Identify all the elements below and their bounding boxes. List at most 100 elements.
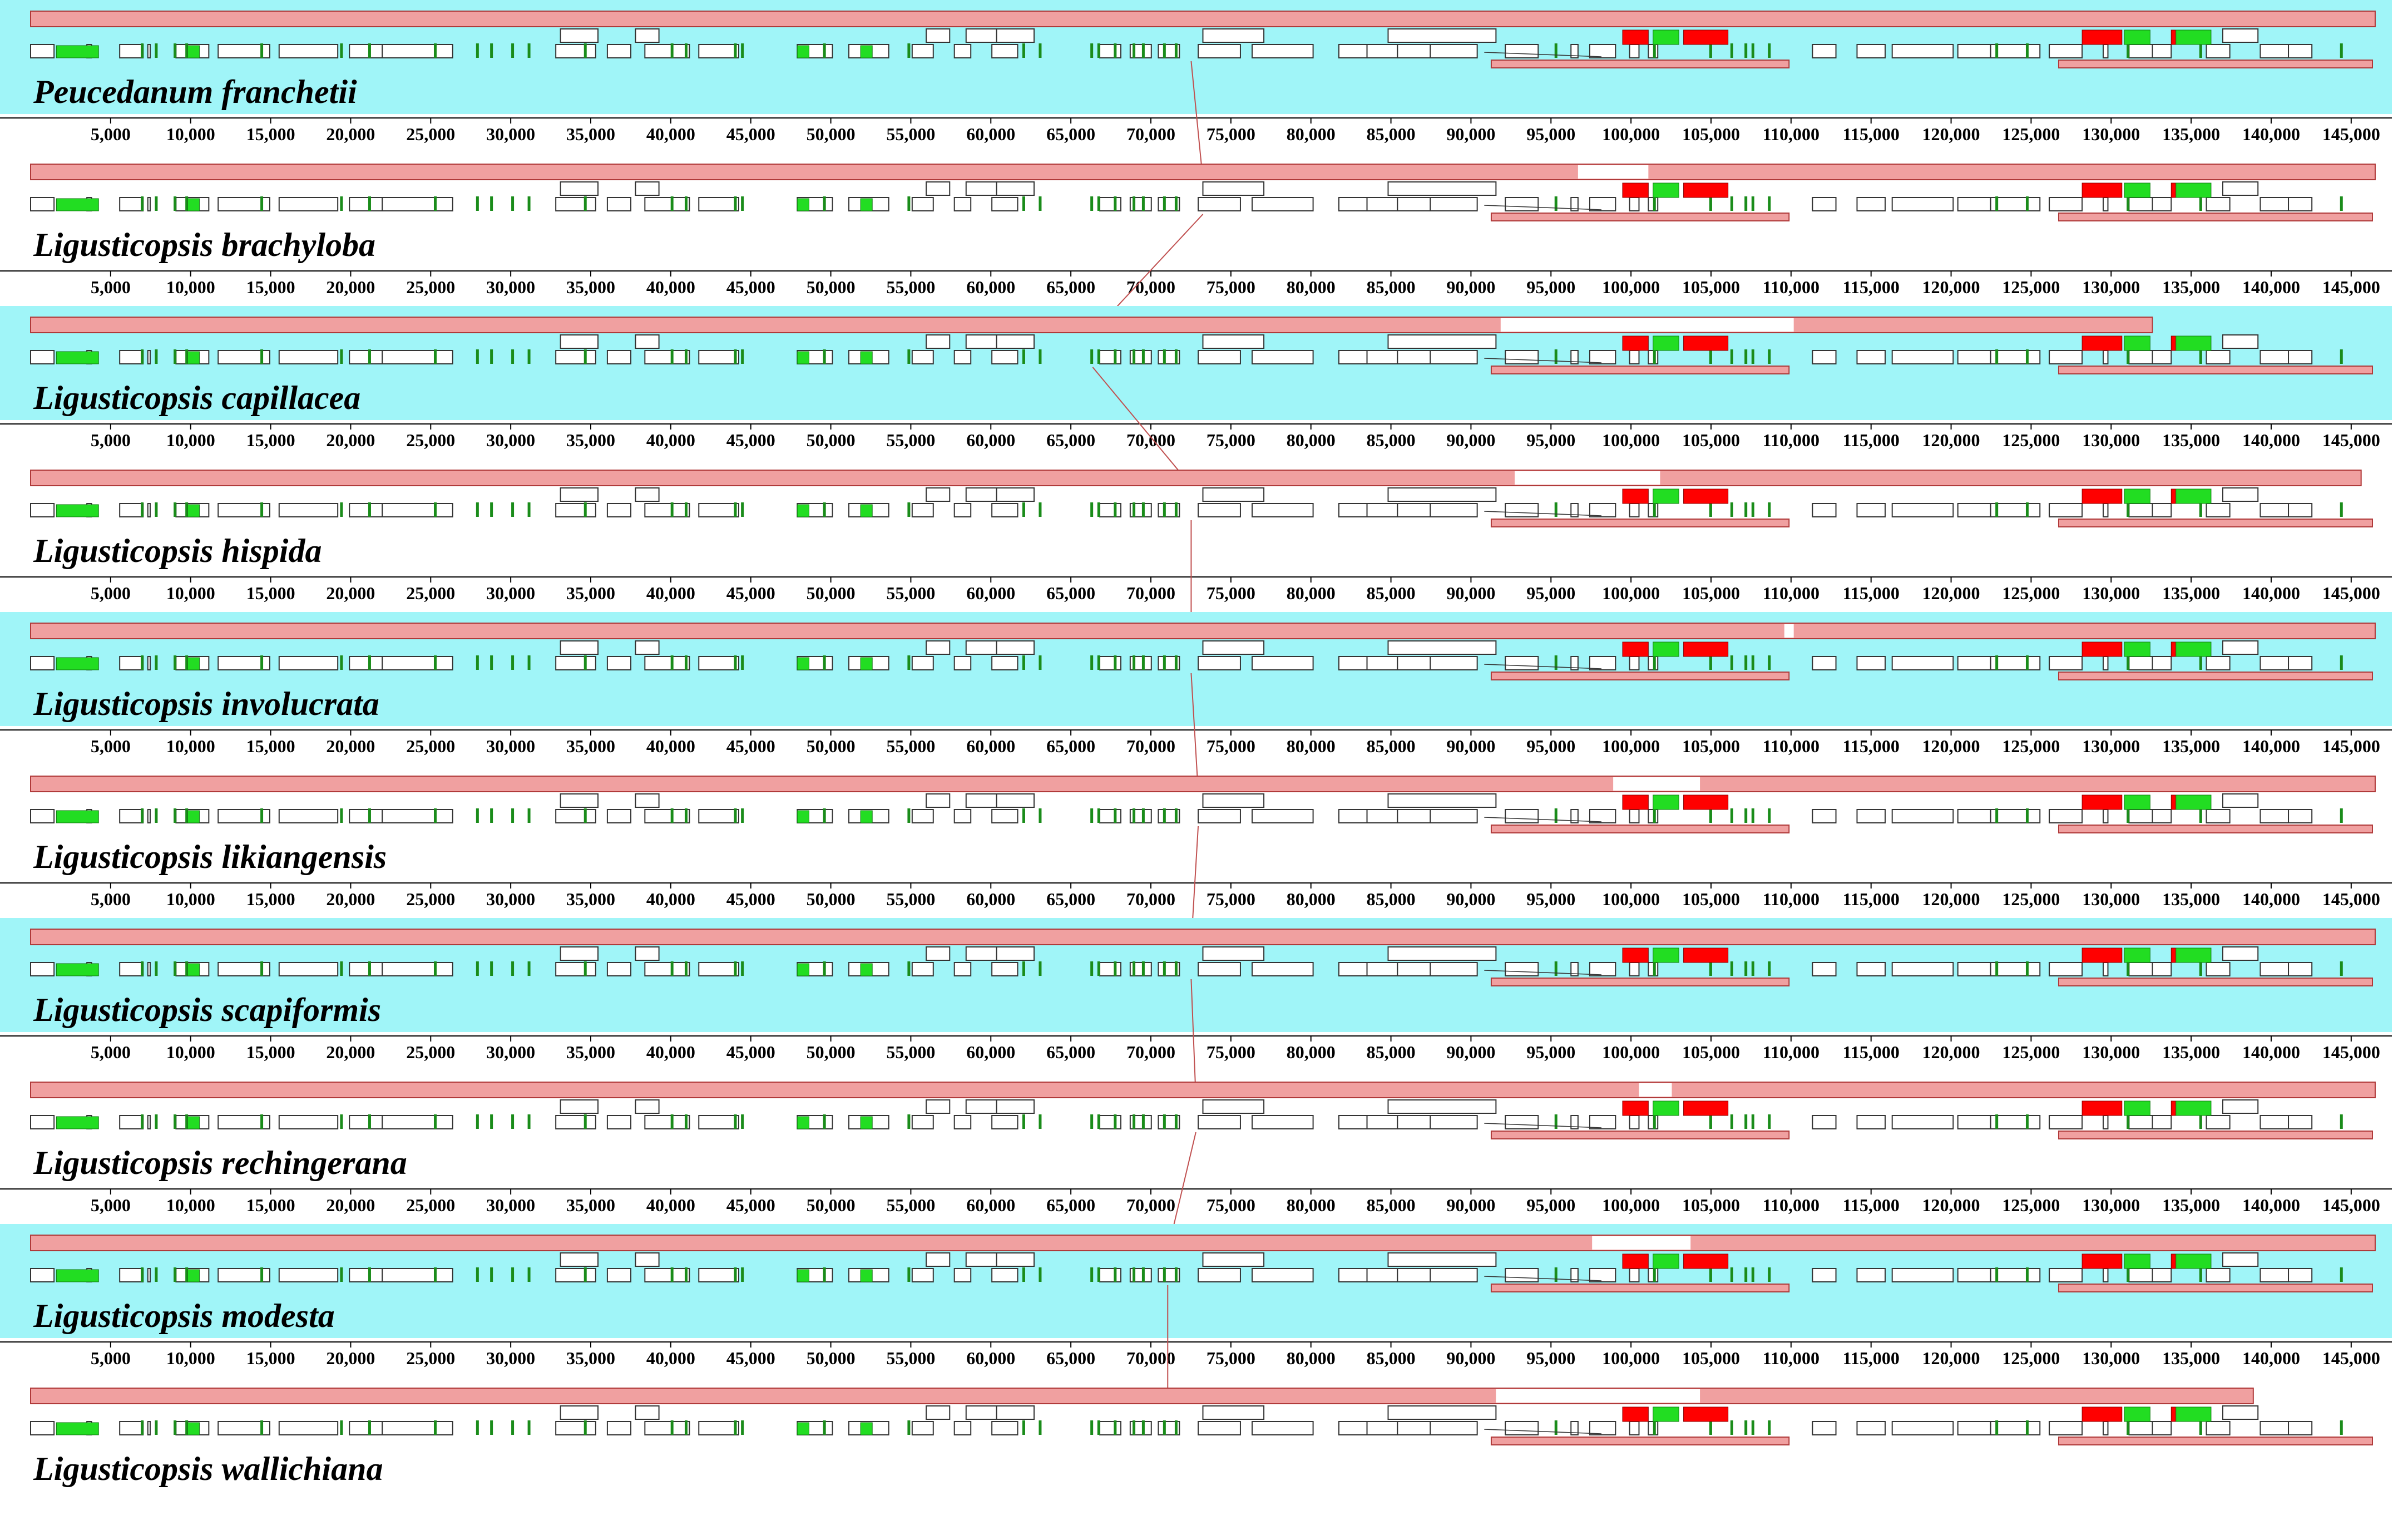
trna-gene (907, 1114, 911, 1129)
green-gene (860, 1422, 873, 1435)
trna-gene (368, 43, 371, 58)
gene-box (1252, 962, 1314, 976)
gene-box (1430, 197, 1478, 211)
trna-gene (1730, 1267, 1733, 1282)
axis-tick-label: 140,000 (2242, 1195, 2300, 1215)
lcb-gap (1500, 318, 1794, 332)
gene-box (119, 197, 144, 211)
axis-tick-label: 5,000 (91, 889, 131, 909)
gene-box (1198, 962, 1241, 976)
trna-gene (1653, 1114, 1656, 1129)
green-gene (860, 351, 873, 364)
genome-name: Ligusticopsis involucrata (33, 685, 379, 722)
trna-gene (741, 349, 744, 364)
trna-gene (2340, 1420, 2343, 1435)
gene-box (644, 197, 690, 211)
axis-tick-label: 25,000 (406, 1348, 455, 1368)
axis-tick-label: 120,000 (1922, 1042, 1980, 1062)
green-gene (56, 657, 99, 670)
inverted-repeat-bar (1490, 672, 1790, 680)
rrna-red (1683, 488, 1729, 504)
gene-box (2206, 962, 2231, 976)
gene-box-upper (1387, 487, 1497, 502)
trna-gene (1653, 808, 1656, 823)
gene-box (606, 44, 632, 58)
gene-box (698, 1268, 739, 1282)
gene-box (30, 809, 55, 823)
gene-box (2152, 1268, 2172, 1282)
trna-gene (1097, 961, 1100, 976)
green-gene (56, 45, 99, 58)
axis-tick-label: 95,000 (1526, 1042, 1575, 1062)
gene-box (349, 1268, 383, 1282)
axis-tick-label: 55,000 (886, 889, 935, 909)
axis-tick-label: 110,000 (1763, 1195, 1819, 1215)
trna-gene (1554, 43, 1557, 58)
gene-box (2128, 197, 2153, 211)
trna-gene (1039, 502, 1042, 517)
gene-box (1338, 503, 1368, 517)
genome-name: Ligusticopsis likiangensis (33, 838, 387, 875)
trna-gene (476, 1114, 479, 1129)
gene-box (1505, 1268, 1539, 1282)
gene-box (1505, 44, 1539, 58)
gene-box (1338, 44, 1368, 58)
trna-gene (907, 1420, 911, 1435)
gene-box (953, 656, 972, 670)
green-gene (56, 198, 99, 211)
trna-gene (340, 349, 343, 364)
gene-box-upper (926, 334, 951, 349)
gene-box (1338, 1115, 1368, 1129)
inverted-repeat-bar (2058, 978, 2374, 986)
trna-gene (527, 1114, 531, 1129)
axis-tick-label: 45,000 (726, 889, 775, 909)
gene-box (2049, 503, 2083, 517)
rrna-red (2081, 947, 2123, 963)
trna-gene (1163, 43, 1166, 58)
axis-tick-label: 110,000 (1763, 124, 1819, 144)
gene-box (1957, 962, 1991, 976)
trna-gene (476, 655, 479, 670)
gene-box (555, 809, 596, 823)
trna-gene (368, 655, 371, 670)
gene-box (2152, 656, 2172, 670)
axis-tick-label: 120,000 (1922, 583, 1980, 603)
gene-box (2152, 350, 2172, 364)
gene-box (1252, 1421, 1314, 1435)
axis-tick-label: 105,000 (1682, 430, 1740, 450)
axis-tick-label: 65,000 (1046, 124, 1095, 144)
gene-box (1397, 503, 1431, 517)
gene-box (1589, 962, 1616, 976)
gene-box-upper (965, 181, 1000, 196)
gene-box (382, 197, 453, 211)
axis-tick-label: 80,000 (1287, 1042, 1336, 1062)
rrna-red (1622, 641, 1649, 657)
axis-tick-label: 125,000 (2002, 124, 2060, 144)
rrna-red (2081, 641, 2123, 657)
trna-gene (1114, 349, 1117, 364)
green-gene (187, 963, 200, 976)
axis-tick-label: 25,000 (406, 277, 455, 297)
axis-tick-label: 135,000 (2162, 1042, 2220, 1062)
trna-gene (433, 1267, 437, 1282)
axis-tick-label: 115,000 (1843, 1042, 1900, 1062)
trna-gene (823, 196, 826, 211)
trna-gene (368, 1114, 371, 1129)
gene-box (1430, 809, 1478, 823)
gene-box (1366, 1268, 1398, 1282)
gene-box-upper (2222, 1099, 2259, 1114)
trna-gene (340, 1420, 343, 1435)
axis-tick-label: 60,000 (966, 736, 1015, 756)
axis-tick-label: 5,000 (91, 124, 131, 144)
axis-tick-label: 95,000 (1526, 889, 1575, 909)
axis-tick-label: 5,000 (91, 583, 131, 603)
trna-gene (2199, 43, 2202, 58)
inverted-repeat-bar (2058, 366, 2374, 374)
trna-gene (584, 43, 587, 58)
gene-box (911, 197, 934, 211)
axis-tick-label: 50,000 (807, 1348, 856, 1368)
gene-box-upper (560, 640, 599, 655)
trna-gene (1744, 196, 1748, 211)
gene-box (1252, 1268, 1314, 1282)
trna-gene (260, 502, 264, 517)
